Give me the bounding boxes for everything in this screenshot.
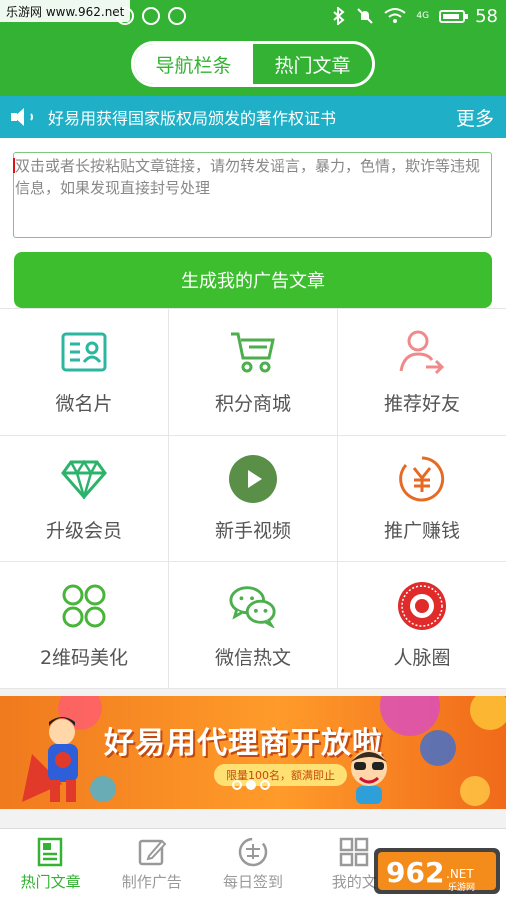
notice-bar[interactable]: 好易用获得国家版权局颁发的著作权证书 更多 [0, 96, 506, 138]
carousel-dot-active[interactable] [246, 780, 256, 790]
notice-more-link[interactable]: 更多 [456, 104, 494, 131]
bottom-navigation: 热门文章 制作广告 每日签到 我的文 962 .NET 乐游网 [0, 828, 506, 900]
grid-icon [339, 837, 369, 867]
nav-make-ad[interactable]: 制作广告 [101, 829, 202, 900]
nav-label: 制作广告 [121, 873, 182, 891]
nav-daily-signin[interactable]: 每日签到 [202, 829, 303, 900]
site-logo-962: 962 .NET 乐游网 [374, 848, 500, 894]
diamond-icon [59, 454, 109, 504]
notice-text: 好易用获得国家版权局颁发的著作权证书 [48, 109, 337, 128]
feature-points-mall[interactable]: 积分商城 [169, 309, 337, 435]
text-caret [13, 158, 15, 173]
promo-banner[interactable]: 好易用代理商开放啦 限量100名，额满即止 [0, 696, 506, 809]
tab-switcher: 导航栏条 热门文章 [131, 41, 375, 87]
site-watermark: 乐游网 www.962.net [0, 0, 131, 22]
umbrella-icon [142, 7, 160, 25]
play-status-icon [168, 7, 186, 25]
carousel-indicator[interactable] [232, 780, 270, 790]
article-icon [37, 837, 62, 867]
speaker-icon [10, 107, 36, 127]
feature-qr-beautify[interactable]: 2维码美化 [0, 562, 168, 688]
tab-hot-articles[interactable]: 热门文章 [253, 44, 372, 84]
feature-wechat-articles[interactable]: 微信热文 [169, 562, 337, 688]
top-header: 导航栏条 热门文章 [0, 32, 506, 96]
feature-label: 2维码美化 [39, 646, 129, 669]
target-ring-icon [397, 581, 447, 631]
feature-label: 微名片 [55, 393, 113, 416]
svg-text:.NET: .NET [446, 867, 474, 881]
yuan-coin-icon [397, 454, 447, 504]
feature-grid: 微名片 积分商城 推荐好友 升级会员 新手视频 推广赚钱 2维码美化 微信热文 … [0, 308, 506, 689]
wifi-icon [384, 8, 407, 23]
wechat-icon [228, 581, 278, 631]
carousel-dot[interactable] [260, 780, 270, 790]
feature-label: 升级会员 [45, 519, 122, 542]
carousel-dot[interactable] [232, 780, 242, 790]
generate-article-button[interactable]: 生成我的广告文章 [14, 252, 492, 308]
nav-label: 热门文章 [20, 873, 81, 891]
nav-label: 我的文 [331, 873, 377, 891]
system-status: 4G 58 [332, 6, 498, 27]
invite-friend-icon [397, 327, 447, 377]
battery-icon [439, 9, 469, 23]
feature-tutorial-video[interactable]: 新手视频 [169, 435, 337, 562]
feature-label: 人脉圈 [393, 646, 451, 669]
feature-upgrade-member[interactable]: 升级会员 [0, 435, 168, 562]
logo-number: 962 [386, 856, 444, 889]
tab-nav-bar[interactable]: 导航栏条 [134, 44, 253, 84]
battery-percent: 58 [475, 5, 498, 27]
article-form: 双击或者长按粘贴文章链接，请勿转发谣言，暴力，色情，欺诈等违规信息，如果发现直接… [0, 138, 506, 308]
feature-business-card[interactable]: 微名片 [0, 309, 168, 435]
logo-subtitle: 乐游网 [448, 881, 475, 893]
play-video-icon [228, 454, 278, 504]
feature-label: 微信热文 [214, 646, 291, 669]
nav-hot-articles[interactable]: 热门文章 [0, 829, 101, 900]
status-bar: 4G 58 乐游网 www.962.net [0, 0, 506, 32]
article-link-input[interactable]: 双击或者长按粘贴文章链接，请勿转发谣言，暴力，色情，欺诈等违规信息，如果发现直接… [13, 152, 492, 238]
nav-label: 每日签到 [223, 873, 284, 891]
edit-icon [138, 839, 167, 866]
feature-label: 新手视频 [214, 519, 291, 542]
feature-label: 推荐好友 [383, 393, 460, 416]
bluetooth-icon [333, 7, 345, 25]
clover-icon [59, 581, 109, 631]
superhero-illustration [22, 717, 78, 802]
feature-label: 推广赚钱 [383, 519, 460, 542]
feature-network-circle[interactable]: 人脉圈 [338, 562, 506, 688]
network-label: 4G [416, 10, 430, 21]
mascot-illustration [351, 750, 387, 804]
feature-label: 积分商城 [214, 393, 291, 416]
shopping-cart-icon [228, 327, 278, 377]
feature-invite-friend[interactable]: 推荐好友 [338, 309, 506, 435]
business-card-icon [59, 327, 109, 377]
feature-promote-earn[interactable]: 推广赚钱 [338, 435, 506, 562]
sign-in-icon [238, 837, 268, 867]
mute-icon [357, 8, 374, 24]
